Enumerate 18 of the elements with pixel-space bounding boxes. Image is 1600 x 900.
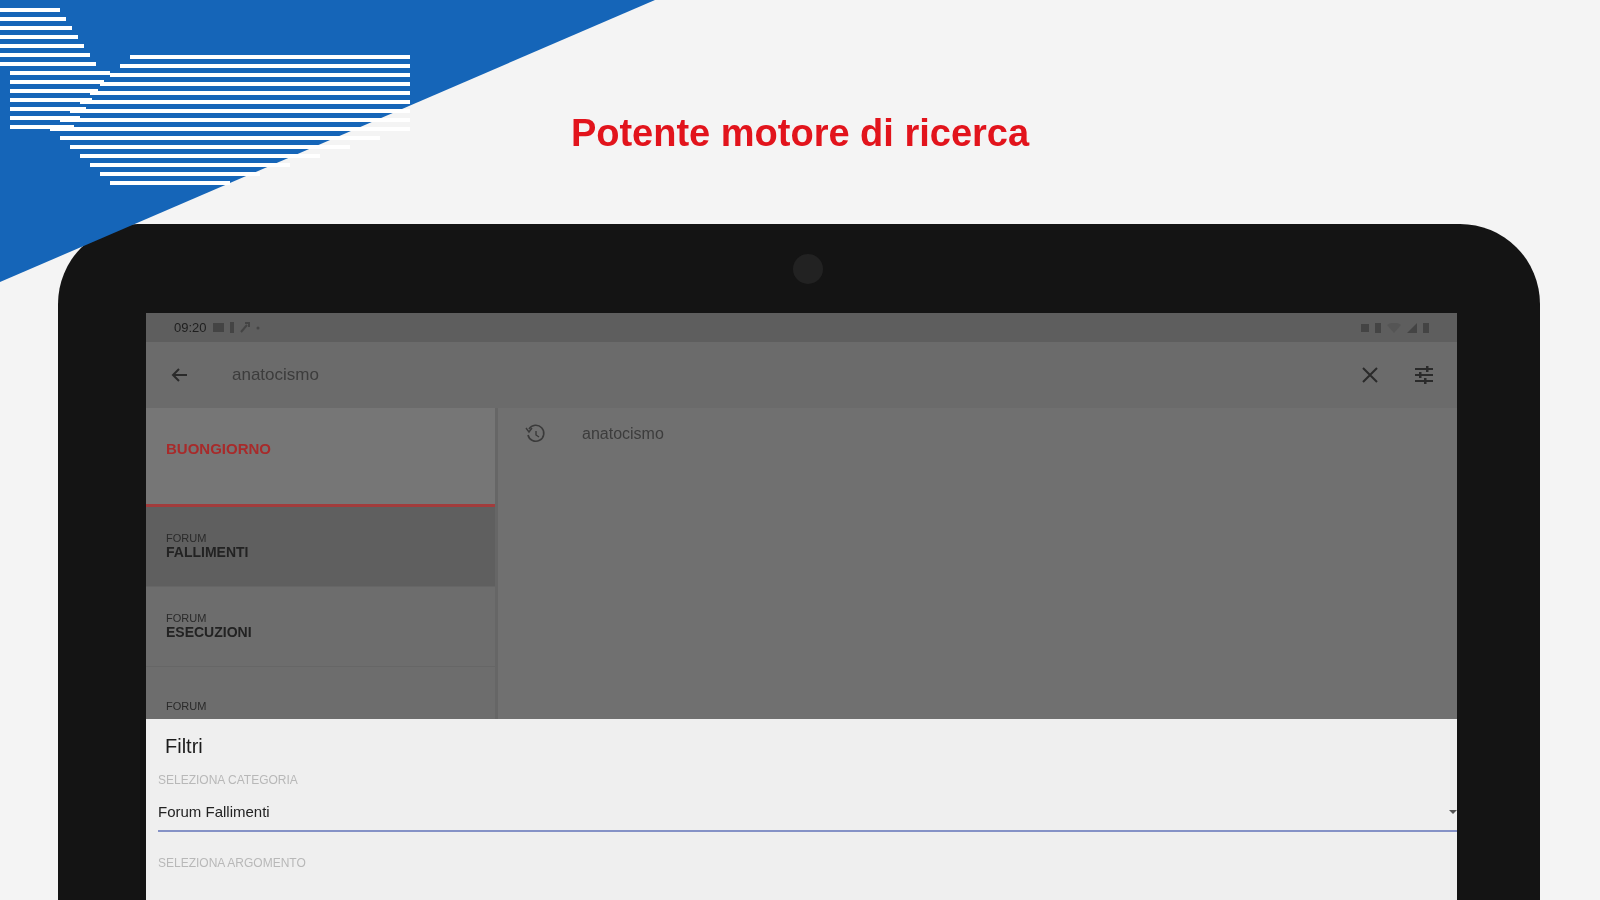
item-title: FALLIMENTI bbox=[166, 544, 250, 561]
history-icon bbox=[524, 423, 546, 445]
item-title: BUONGIORNO bbox=[166, 439, 272, 459]
headline: Potente motore di ricerca bbox=[570, 114, 1030, 152]
item-overline: FORUM bbox=[166, 612, 208, 625]
section-header[interactable]: BUONGIORNO bbox=[146, 408, 495, 507]
category-dropdown[interactable]: Forum Fallimenti bbox=[158, 797, 1457, 832]
signal-icon bbox=[1407, 322, 1417, 333]
dropdown-caret-icon bbox=[1448, 809, 1457, 816]
forum-item[interactable]: FORUM ESECUZIONI bbox=[146, 587, 495, 667]
battery-icon bbox=[1423, 322, 1429, 333]
status-time: 09:20 bbox=[174, 318, 207, 337]
dot-icon bbox=[255, 325, 260, 330]
battery-icon bbox=[229, 322, 234, 333]
item-overline: FORUM bbox=[166, 700, 208, 713]
item-title: ESECUZIONI bbox=[166, 624, 253, 641]
wrench-icon bbox=[239, 322, 250, 333]
tune-icon bbox=[1413, 364, 1435, 386]
